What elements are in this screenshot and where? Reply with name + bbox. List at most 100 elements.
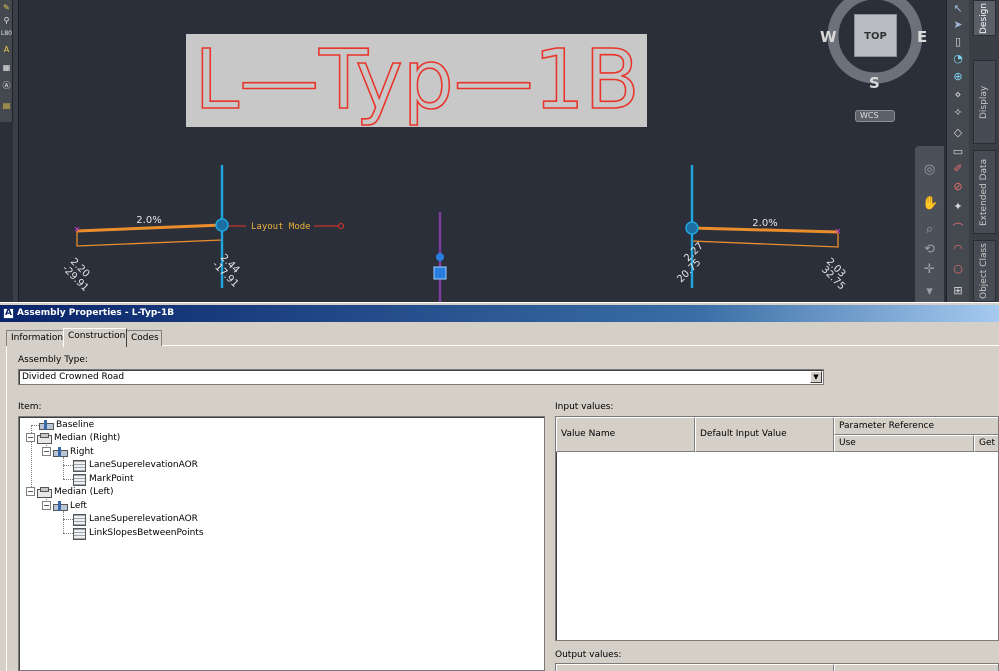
globe-icon[interactable]: ⊕: [951, 70, 965, 84]
dialog-titlebar[interactable]: A Assembly Properties - L-Typ-1B: [0, 305, 999, 322]
item-label: Item:: [18, 402, 42, 412]
tree-connector: [63, 511, 64, 533]
copy-icon[interactable]: ▭: [951, 145, 965, 159]
assembly-drawing: L—Typ—1B ✕ 2.0% Layout Mode 2.20 -29.91 …: [60, 0, 923, 302]
tree-node-left-lane-superelevation[interactable]: LaneSuperelevationAOR: [72, 513, 198, 526]
column-header-use[interactable]: Use: [834, 435, 974, 452]
layout-mode-end-marker: [338, 223, 344, 229]
tab-construction[interactable]: Construction: [63, 328, 127, 347]
tree-node-left[interactable]: − Left: [42, 500, 87, 513]
collapse-icon[interactable]: −: [26, 433, 35, 442]
pan-hand-icon[interactable]: ✋: [922, 196, 938, 211]
baseline-icon: [39, 419, 54, 430]
pointer-icon[interactable]: ➤: [951, 18, 965, 32]
collapse-icon[interactable]: −: [42, 501, 51, 510]
dialog-title: Assembly Properties - L-Typ-1B: [17, 308, 175, 318]
document-icon[interactable]: ▯: [951, 35, 965, 49]
tab-codes[interactable]: Codes: [126, 330, 162, 346]
showmotion-icon[interactable]: ✛: [922, 262, 937, 277]
right-tool-palette: ↖ ➤ ▯ ◔ ⊕ ⋄ ✧ ◇ ▭ ✐ ⊘ ✦ ⌒ ◠ ○ ⊞: [946, 0, 969, 302]
tree-node-label: Baseline: [56, 420, 95, 430]
nav-options-icon[interactable]: ▾: [922, 284, 937, 299]
assembly-insertion-grip[interactable]: [433, 266, 447, 280]
autocad-app-icon: A: [3, 308, 14, 319]
subassembly-icon: [72, 459, 86, 472]
palette-tab-extended-data[interactable]: Extended Data: [973, 150, 996, 234]
assembly-name-text: L—Typ—1B: [195, 33, 640, 128]
subassembly-icon: [72, 527, 86, 540]
ucs-menu-button[interactable]: WCS: [855, 110, 895, 122]
tree-node-link-slopes[interactable]: LinkSlopesBetweenPoints: [72, 527, 204, 540]
tree-node-median-right[interactable]: − Median (Right): [26, 432, 120, 445]
tree-node-label: Left: [70, 501, 87, 511]
left-lane-slope: 2.0%: [136, 215, 161, 226]
left-attachment-grip[interactable]: [215, 218, 229, 232]
arc-icon[interactable]: ◠: [951, 242, 965, 256]
properties-palette-tabs: Design Display Extended Data Object Clas…: [969, 0, 999, 302]
tree-node-label: LaneSuperelevationAOR: [89, 514, 198, 524]
zoom-extents-icon[interactable]: ⌕: [922, 222, 937, 237]
compass-south[interactable]: S: [869, 74, 880, 92]
column-header-default-input-value[interactable]: Default Input Value: [695, 417, 834, 452]
right-lane-outer-marker: ✕: [835, 227, 842, 236]
tree-node-baseline[interactable]: Baseline: [39, 419, 94, 432]
circle-tool-icon[interactable]: ○: [951, 262, 965, 276]
tree-node-label: LaneSuperelevationAOR: [89, 460, 198, 470]
tree-node-right[interactable]: − Right: [42, 446, 94, 459]
input-values-label: Input values:: [555, 402, 614, 412]
snap-icon[interactable]: ⋄: [951, 88, 965, 102]
output-values-grid[interactable]: [555, 663, 999, 671]
brush-icon[interactable]: ✐: [951, 162, 965, 176]
tree-node-mark-point[interactable]: MarkPoint: [72, 473, 134, 486]
chevron-down-icon[interactable]: ▼: [810, 371, 822, 383]
output-column-header[interactable]: [556, 664, 834, 671]
select-arrow-icon[interactable]: ↖: [951, 2, 965, 16]
assembly-center-grip[interactable]: [436, 253, 444, 261]
navigation-bar: ◎ ✋ ⌕ ⟲ ✛ ▾: [915, 146, 944, 302]
baseline-icon: [53, 446, 68, 457]
palette-tab-design[interactable]: Design: [973, 0, 996, 36]
tree-node-median-left[interactable]: − Median (Left): [26, 486, 114, 499]
offset-icon[interactable]: ⌒: [951, 222, 965, 236]
group-icon: [37, 432, 52, 444]
viewcube-top-face[interactable]: TOP: [854, 14, 897, 57]
right-lane-slope: 2.0%: [752, 218, 777, 229]
tab-information[interactable]: Information: [6, 330, 64, 346]
pin-icon[interactable]: ✦: [951, 200, 965, 214]
output-column-header[interactable]: [834, 664, 998, 671]
input-values-grid[interactable]: Value Name Default Input Value Parameter…: [555, 416, 999, 641]
column-header-get-value[interactable]: Get Va: [974, 435, 998, 452]
collapse-icon[interactable]: −: [26, 487, 35, 496]
palette-tab-display[interactable]: Display: [973, 60, 996, 144]
tree-node-right-lane-superelevation[interactable]: LaneSuperelevationAOR: [72, 459, 198, 472]
column-header-parameter-reference: Parameter Reference: [834, 417, 998, 435]
tree-node-label: Median (Right): [54, 433, 121, 443]
left-lane-outer-marker: ✕: [74, 225, 81, 234]
subassembly-icon: [72, 513, 86, 526]
right-attachment-grip[interactable]: [685, 221, 699, 235]
assembly-type-label: Assembly Type:: [18, 355, 88, 365]
assembly-type-value: Divided Crowned Road: [22, 372, 125, 382]
subassembly-icon: [72, 473, 86, 486]
point-icon[interactable]: ✧: [951, 106, 965, 120]
steering-wheel-icon[interactable]: ◎: [922, 162, 937, 177]
trim-icon[interactable]: ⊘: [951, 180, 965, 194]
compass-east[interactable]: E: [917, 28, 927, 46]
compass-west[interactable]: W: [820, 28, 837, 46]
output-values-label: Output values:: [555, 650, 622, 660]
tree-node-label: LinkSlopesBetweenPoints: [89, 528, 204, 538]
orbit-icon[interactable]: ⟲: [922, 242, 937, 257]
palette-tab-object-class[interactable]: Object Class: [973, 240, 996, 302]
style-icon[interactable]: ◔: [951, 52, 965, 66]
assembly-item-tree[interactable]: Baseline − Median (Right) − Right LaneSupe…: [18, 416, 545, 671]
grid-tool-icon[interactable]: ⊞: [951, 284, 965, 298]
tree-node-label: Right: [70, 447, 94, 457]
tree-node-label: Median (Left): [54, 487, 114, 497]
baseline-icon: [53, 500, 68, 511]
column-header-value-name[interactable]: Value Name: [556, 417, 695, 452]
collapse-icon[interactable]: −: [42, 447, 51, 456]
tree-connector: [63, 457, 64, 479]
drawing-viewport[interactable]: ✎ ⚲ L80 A ▦ Ⓐ ▤ L—Typ—1B ✕ 2.0% Layout M…: [0, 0, 999, 302]
mirror-icon[interactable]: ◇: [951, 126, 965, 140]
assembly-type-select[interactable]: Divided Crowned Road ▼: [18, 369, 824, 385]
